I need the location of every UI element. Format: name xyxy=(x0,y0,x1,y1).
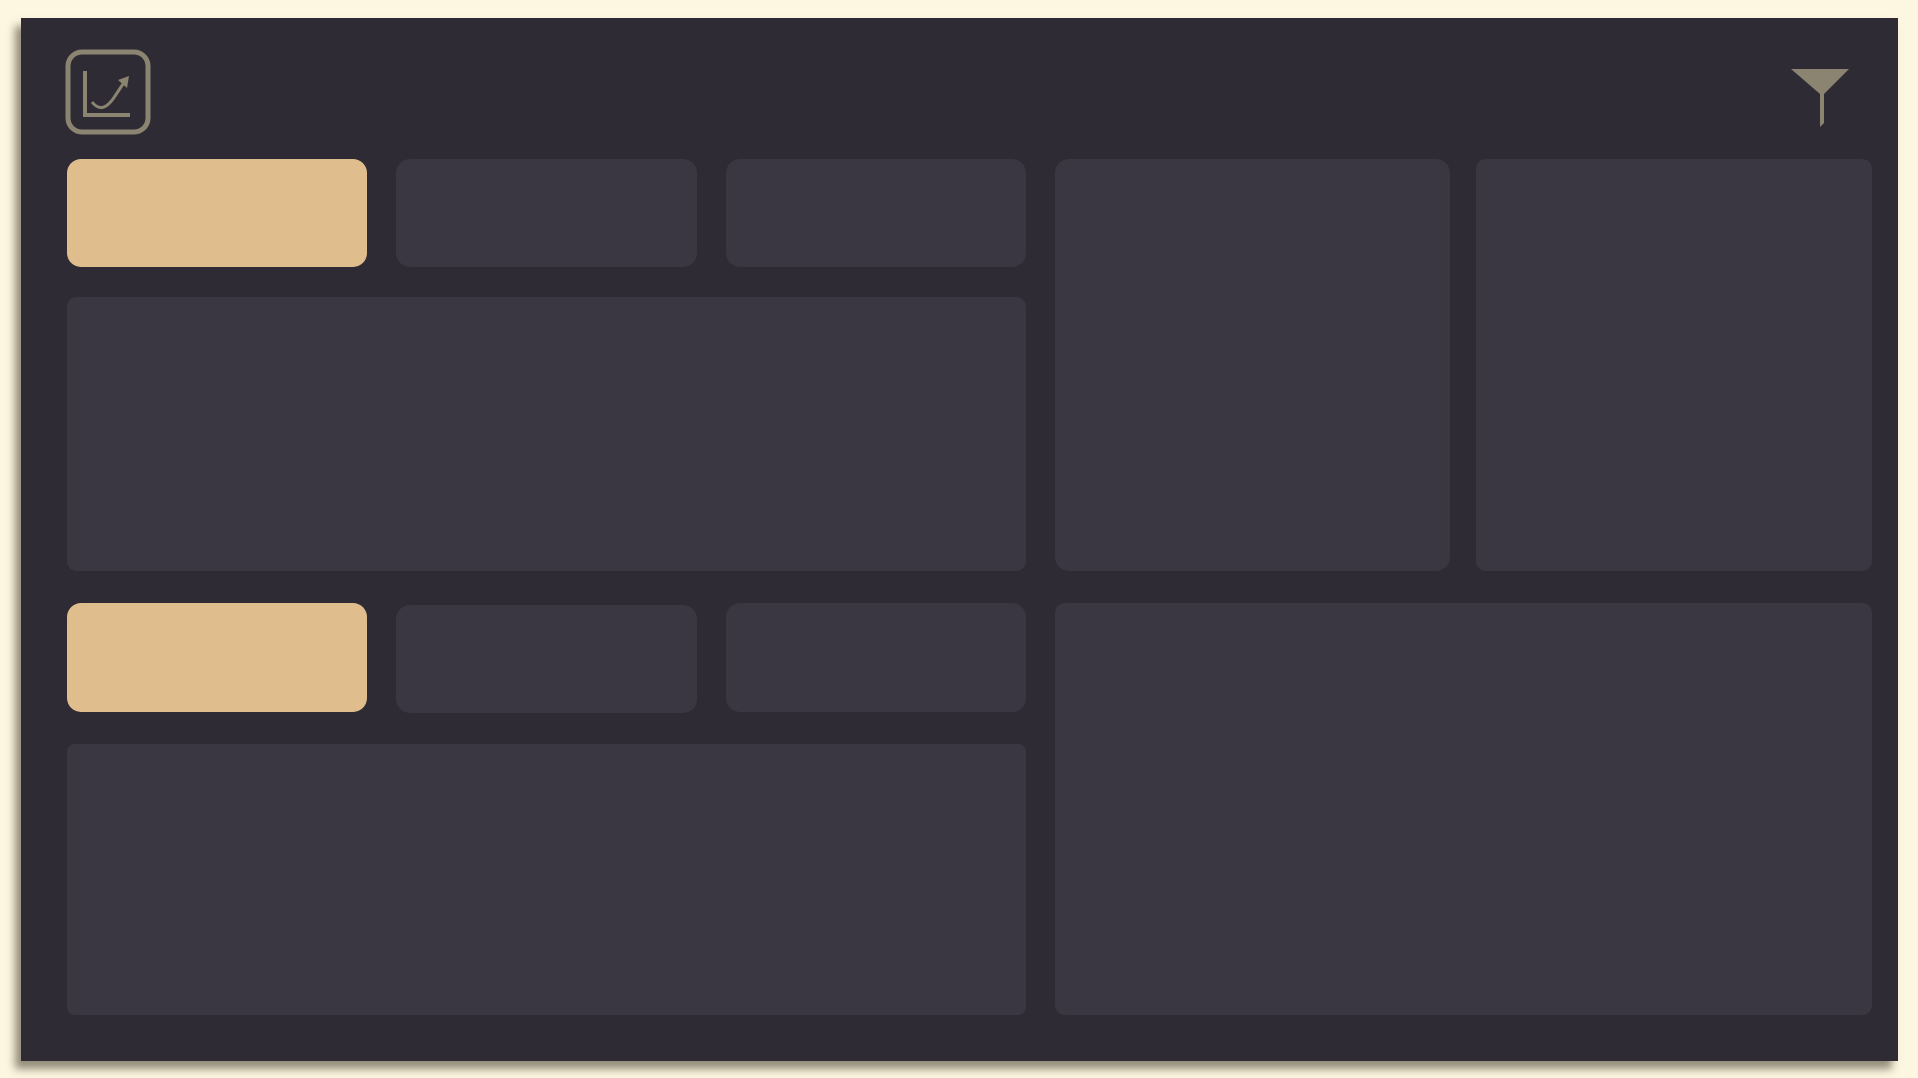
dashboard-panel xyxy=(21,18,1898,1061)
tile-6[interactable] xyxy=(726,603,1026,712)
tile-3[interactable] xyxy=(726,159,1026,267)
tile-5[interactable] xyxy=(396,605,697,713)
chart-card-1 xyxy=(67,297,1026,571)
chart-trend-icon[interactable] xyxy=(65,49,151,135)
chart-card-2 xyxy=(67,744,1026,1015)
tile-2[interactable] xyxy=(396,159,697,267)
filter-icon[interactable] xyxy=(1791,69,1849,127)
side-card-2 xyxy=(1476,159,1872,571)
large-card xyxy=(1055,603,1872,1015)
tile-4[interactable] xyxy=(67,603,367,712)
tile-1[interactable] xyxy=(67,159,367,267)
side-card-1 xyxy=(1055,159,1450,571)
